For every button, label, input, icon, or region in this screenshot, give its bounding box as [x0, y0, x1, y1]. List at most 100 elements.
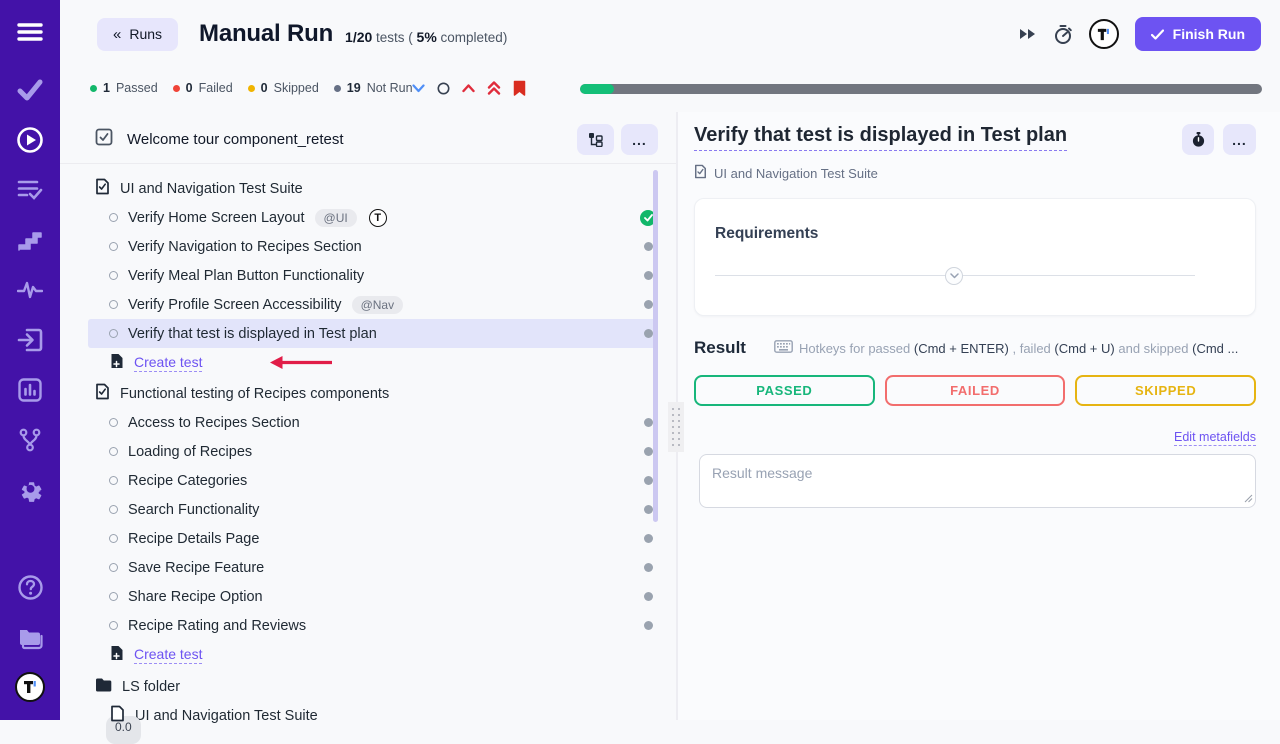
pulse-icon[interactable] [0, 265, 60, 315]
check-icon[interactable] [0, 65, 60, 115]
notrun-status-icon [644, 242, 653, 251]
folder-title: LS folder [122, 679, 180, 695]
finish-run-label: Finish Run [1173, 26, 1245, 42]
suite-row[interactable]: Functional testing of Recipes components [88, 379, 656, 408]
create-test-row[interactable]: Create test [88, 348, 656, 377]
test-title: Verify Meal Plan Button Functionality [128, 268, 364, 284]
requirements-expand-toggle[interactable] [945, 267, 963, 285]
notrun-status-icon [644, 476, 653, 485]
test-title: Recipe Rating and Reviews [128, 618, 306, 634]
sign-in-icon[interactable] [0, 315, 60, 365]
test-bullet-icon [109, 447, 118, 456]
test-detail-title[interactable]: Verify that test is displayed in Test pl… [694, 124, 1067, 151]
app-sidebar [0, 0, 60, 720]
suite-row[interactable]: UI and Navigation Test Suite [88, 174, 656, 203]
notrun-status-icon [644, 592, 653, 601]
notrun-count: 19Not Run [334, 81, 413, 95]
test-detail-panel: Verify that test is displayed in Test pl… [678, 112, 1280, 720]
bookmark-icon[interactable] [513, 80, 526, 96]
test-title: Recipe Categories [128, 473, 247, 489]
test-bullet-icon [109, 534, 118, 543]
chevron-down-icon[interactable] [412, 84, 425, 93]
test-row[interactable]: Access to Recipes Section [88, 408, 656, 437]
steps-icon[interactable] [0, 215, 60, 265]
logo-icon[interactable] [0, 662, 60, 712]
test-title: Verify that test is displayed in Test pl… [128, 326, 377, 342]
test-row[interactable]: Loading of Recipes [88, 437, 656, 466]
tree-scrollbar[interactable] [653, 170, 658, 522]
run-progress-bar [580, 84, 1262, 94]
runs-button-label: Runs [129, 26, 162, 42]
test-row[interactable]: Recipe Categories [88, 466, 656, 495]
keyboard-icon [774, 340, 793, 356]
project-logo-icon[interactable] [1089, 19, 1119, 49]
folders-icon[interactable] [0, 612, 60, 662]
branch-icon[interactable] [0, 415, 60, 465]
test-tree-panel: Welcome tour component_retest ... UI and… [60, 112, 676, 720]
back-to-runs-button[interactable]: « Runs [97, 18, 178, 51]
create-test-row[interactable]: Create test [88, 640, 656, 669]
result-message-input[interactable] [699, 454, 1256, 508]
test-title: Access to Recipes Section [128, 415, 300, 431]
annotation-arrow-icon [268, 355, 334, 374]
test-row[interactable]: Verify Navigation to Recipes Section [88, 232, 656, 261]
page-title: Manual Run [199, 20, 333, 48]
test-row[interactable]: Recipe Rating and Reviews [88, 611, 656, 640]
edit-metafields-link[interactable]: Edit metafields [1174, 430, 1256, 446]
notrun-status-icon [644, 505, 653, 514]
test-title: Verify Navigation to Recipes Section [128, 239, 362, 255]
failed-button[interactable]: FAILED [885, 375, 1066, 406]
timer-icon[interactable] [1053, 24, 1073, 45]
hotkeys-hint: Hotkeys for passed (Cmd + ENTER) , faile… [774, 340, 1256, 356]
test-row[interactable]: Save Recipe Feature [88, 553, 656, 582]
suite-breadcrumb[interactable]: UI and Navigation Test Suite [714, 166, 878, 181]
list-check-icon[interactable] [0, 165, 60, 215]
test-row[interactable]: Search Functionality [88, 495, 656, 524]
notrun-status-icon [644, 563, 653, 572]
folder-row[interactable]: LS folder [88, 672, 656, 701]
circle-icon[interactable] [437, 82, 450, 95]
test-title: Share Recipe Option [128, 589, 263, 605]
notrun-status-icon [644, 271, 653, 280]
play-circle-icon[interactable] [0, 115, 60, 165]
passed-button[interactable]: PASSED [694, 375, 875, 406]
help-icon[interactable] [0, 562, 60, 612]
suite-row[interactable]: 0.0 UI and Navigation Test Suite [88, 701, 656, 730]
test-row[interactable]: Verify Meal Plan Button Functionality [88, 261, 656, 290]
requirements-title: Requirements [715, 225, 1235, 243]
test-bullet-icon [109, 505, 118, 514]
fast-forward-icon[interactable] [1019, 28, 1037, 40]
run-checklist-icon [95, 128, 113, 151]
test-row[interactable]: Verify Profile Screen Accessibility @Nav [88, 290, 656, 319]
create-test-link[interactable]: Create test [134, 646, 202, 664]
double-chevron-up-icon[interactable] [487, 81, 501, 95]
test-row[interactable]: Share Recipe Option [88, 582, 656, 611]
menu-icon[interactable] [0, 0, 60, 64]
chevron-up-icon[interactable] [462, 84, 475, 93]
automation-logo-icon: T [369, 209, 387, 227]
create-test-link[interactable]: Create test [134, 354, 202, 372]
failed-count: 0Failed [173, 81, 233, 95]
detail-more-button[interactable]: ... [1223, 124, 1256, 155]
test-bullet-icon [109, 563, 118, 572]
tag-badge: @Nav [352, 296, 404, 314]
suite-title: Functional testing of Recipes components [120, 386, 389, 402]
timer-button[interactable] [1182, 124, 1214, 155]
folder-icon [95, 678, 112, 696]
passed-count: 1Passed [90, 81, 158, 95]
finish-run-button[interactable]: Finish Run [1135, 17, 1261, 51]
tree-view-button[interactable] [577, 124, 614, 155]
notrun-status-icon [644, 329, 653, 338]
notrun-status-icon [644, 534, 653, 543]
skipped-button[interactable]: SKIPPED [1075, 375, 1256, 406]
panel-resize-handle[interactable] [668, 402, 684, 452]
test-row[interactable]: Verify Home Screen Layout @UI T [88, 203, 656, 232]
test-bullet-icon [109, 300, 118, 309]
test-bullet-icon [109, 476, 118, 485]
bar-chart-icon[interactable] [0, 365, 60, 415]
gear-icon[interactable] [0, 465, 60, 515]
tree-more-button[interactable]: ... [621, 124, 658, 155]
suite-title: UI and Navigation Test Suite [135, 708, 318, 724]
test-row-selected[interactable]: Verify that test is displayed in Test pl… [88, 319, 656, 348]
test-row[interactable]: Recipe Details Page [88, 524, 656, 553]
